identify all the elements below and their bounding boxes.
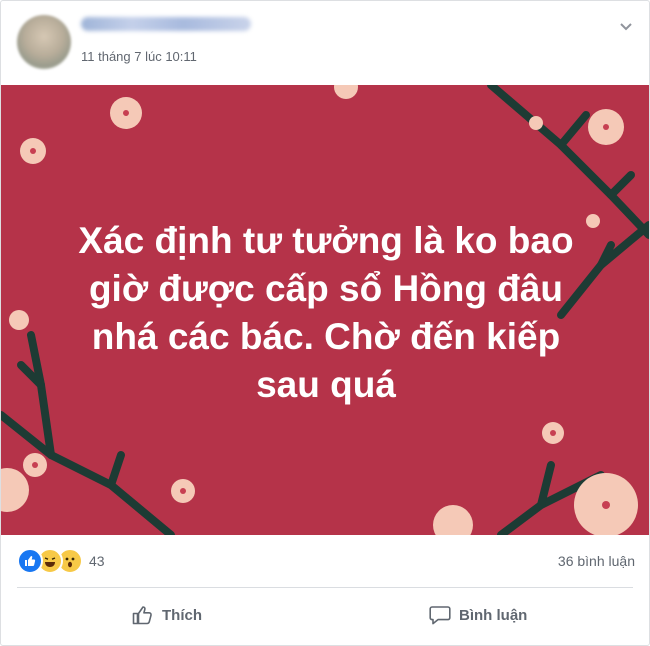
like-button-label: Thích (162, 606, 202, 624)
speech-bubble-icon (429, 606, 451, 625)
post-timestamp[interactable]: 11 tháng 7 lúc 10:11 (81, 49, 197, 64)
comment-button-label: Bình luận (459, 606, 528, 624)
author-name-blurred[interactable] (81, 17, 251, 31)
avatar[interactable] (17, 15, 71, 69)
post-text: Xác định tư tưởng là ko bao giờ được cấp… (78, 220, 574, 405)
post-background: Xác định tư tưởng là ko bao giờ được cấp… (1, 85, 649, 535)
comment-count[interactable]: 36 bình luận (558, 553, 635, 569)
like-button[interactable]: Thích (132, 601, 202, 629)
thumbs-up-icon (132, 606, 152, 625)
reaction-count[interactable]: 43 (89, 553, 105, 569)
like-reaction-icon (17, 548, 43, 574)
divider (17, 587, 633, 588)
chevron-down-icon[interactable] (619, 19, 633, 33)
reaction-summary[interactable]: 43 (17, 548, 105, 574)
post-card: 11 tháng 7 lúc 10:11 Xác định tư tưởng l… (0, 0, 650, 646)
comment-button[interactable]: Bình luận (429, 601, 527, 629)
